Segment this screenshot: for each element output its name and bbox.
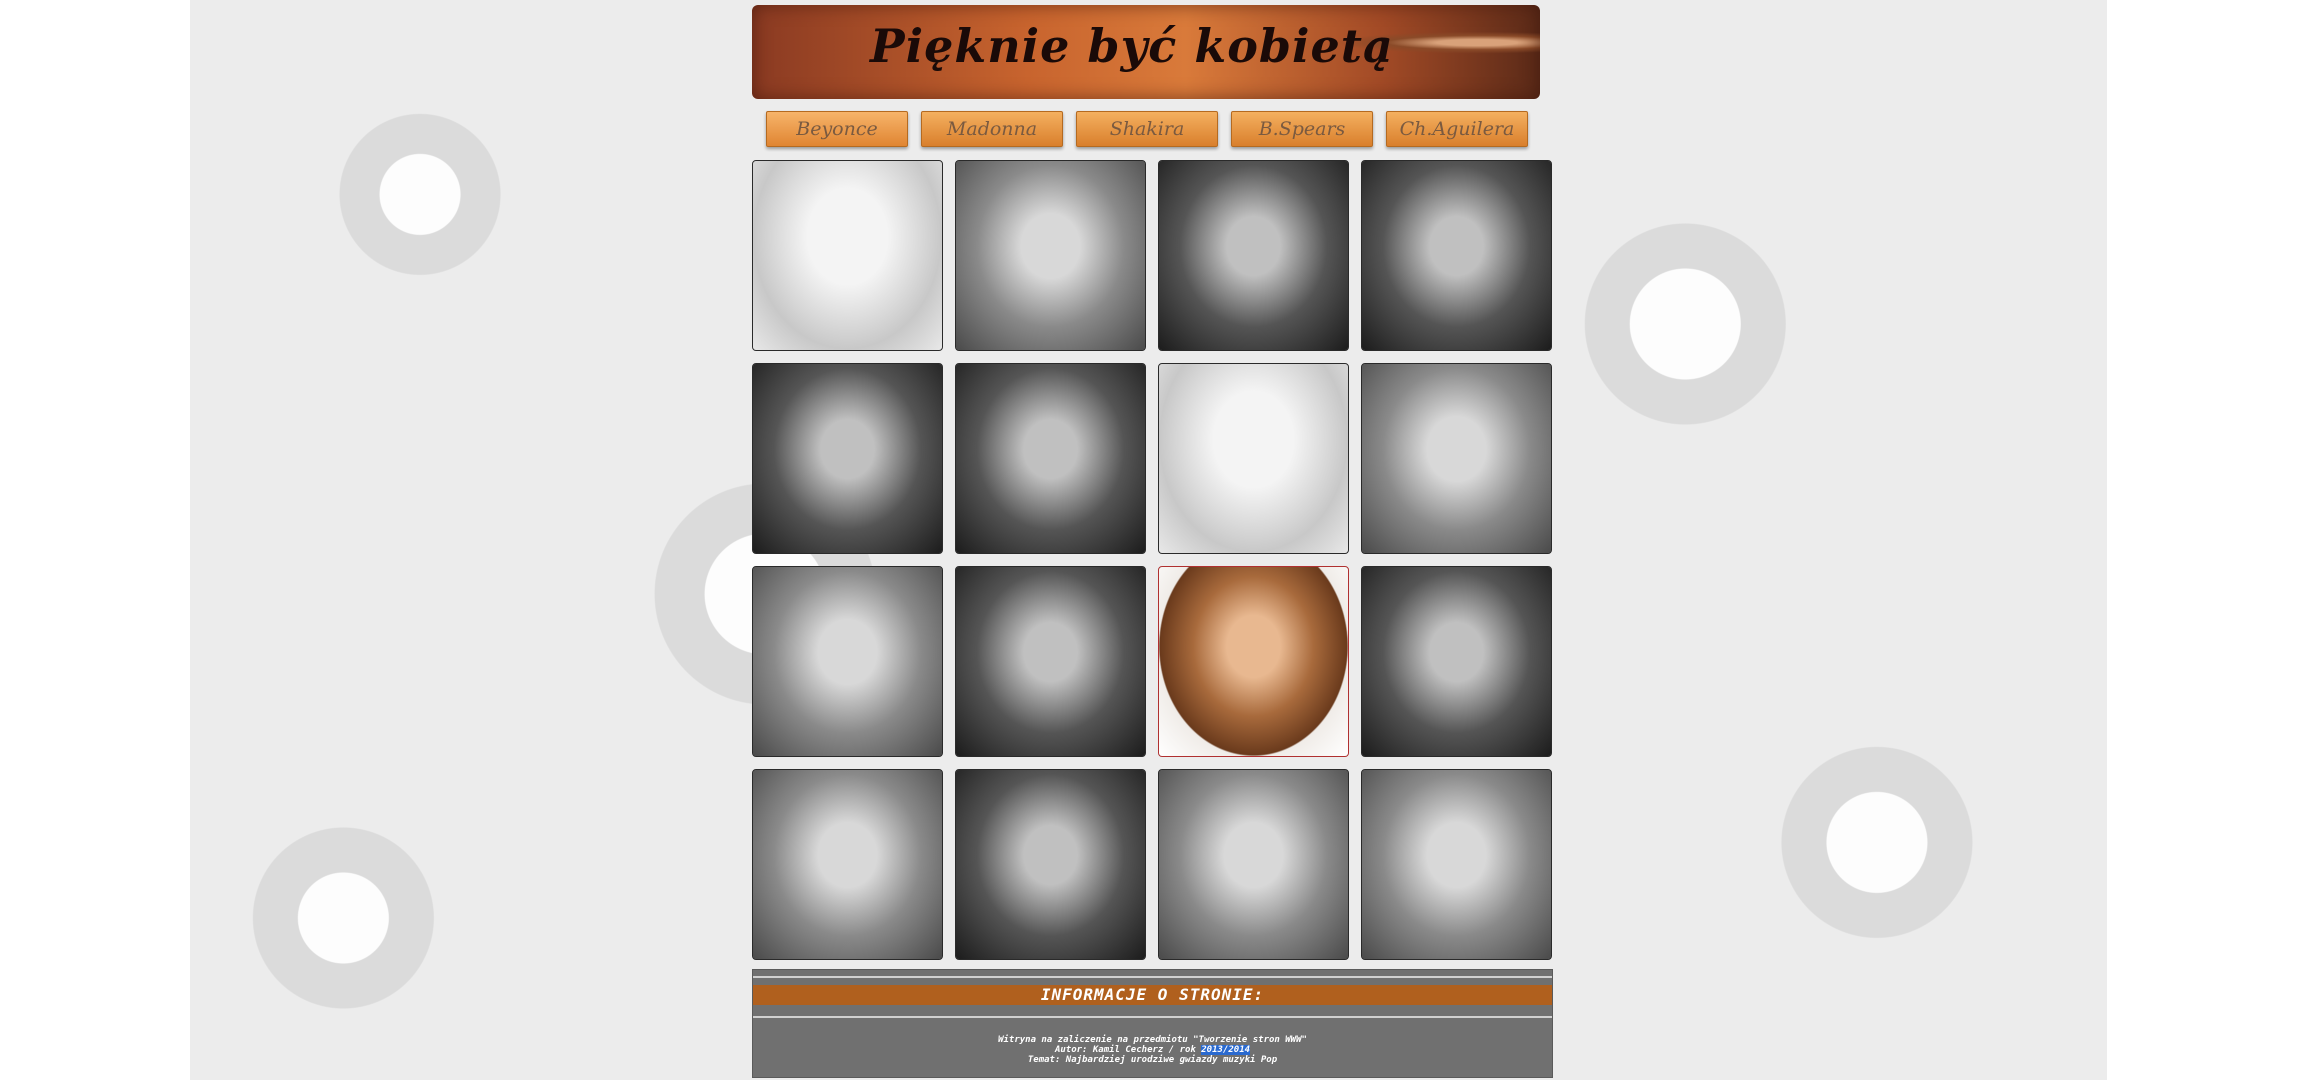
site-info-panel: INFORMACJE O STRONIE: Witryna na zalicze…: [752, 969, 1553, 1078]
photo-image: [956, 770, 1145, 959]
photo-image: [956, 364, 1145, 553]
gallery-photo[interactable]: [1361, 363, 1552, 554]
photo-image: [1362, 567, 1551, 756]
photo-image: [1159, 364, 1348, 553]
gallery-photo[interactable]: [955, 363, 1146, 554]
gallery-photo[interactable]: [1361, 566, 1552, 757]
nav-item-madonna[interactable]: Madonna: [921, 111, 1063, 147]
gallery-photo[interactable]: [752, 160, 943, 351]
info-line-topic: Temat: Najbardziej urodziwe gwiazdy muzy…: [1027, 1055, 1278, 1065]
header-banner: Pięknie być kobietą: [752, 5, 1540, 99]
info-author: Autor: Kamil Cecherz / rok: [1054, 1045, 1202, 1055]
nav-item-bspears[interactable]: B.Spears: [1231, 111, 1373, 147]
page-background: [190, 0, 2107, 1080]
gallery-photo[interactable]: [1158, 566, 1349, 757]
photo-image: [1159, 567, 1348, 756]
nav-item-chaguilera[interactable]: Ch.Aguilera: [1386, 111, 1528, 147]
photo-image: [753, 161, 942, 350]
photo-image: [1362, 770, 1551, 959]
info-line-author: Autor: Kamil Cecherz / rok 2013/2014: [753, 1045, 1552, 1055]
info-line-course: Witryna na zaliczenie na przedmiotu "Two…: [998, 1035, 1307, 1045]
photo-image: [956, 567, 1145, 756]
info-year: 2013/2014: [1201, 1045, 1251, 1055]
photo-image: [1159, 161, 1348, 350]
gallery-photo[interactable]: [955, 160, 1146, 351]
photo-image: [1159, 770, 1348, 959]
gallery-photo[interactable]: [1158, 363, 1349, 554]
photo-image: [1362, 364, 1551, 553]
gallery-photo[interactable]: [955, 566, 1146, 757]
photo-image: [753, 364, 942, 553]
gallery-photo[interactable]: [955, 769, 1146, 960]
gallery-photo[interactable]: [752, 363, 943, 554]
gallery-photo[interactable]: [752, 769, 943, 960]
divider: [753, 976, 1552, 978]
divider: [753, 1016, 1552, 1018]
gallery-photo[interactable]: [1361, 160, 1552, 351]
photo-image: [956, 161, 1145, 350]
site-title: Pięknie być kobietą: [870, 19, 1394, 73]
gallery-photo[interactable]: [1158, 769, 1349, 960]
info-heading: INFORMACJE O STRONIE:: [753, 985, 1552, 1005]
gallery-photo[interactable]: [1158, 160, 1349, 351]
nav-item-shakira[interactable]: Shakira: [1076, 111, 1218, 147]
photo-image: [753, 567, 942, 756]
nav-item-beyonce[interactable]: Beyonce: [766, 111, 908, 147]
photo-image: [753, 770, 942, 959]
photo-image: [1362, 161, 1551, 350]
gallery-photo[interactable]: [1361, 769, 1552, 960]
gallery-photo[interactable]: [752, 566, 943, 757]
info-text: Witryna na zaliczenie na przedmiotu "Two…: [753, 1035, 1552, 1065]
